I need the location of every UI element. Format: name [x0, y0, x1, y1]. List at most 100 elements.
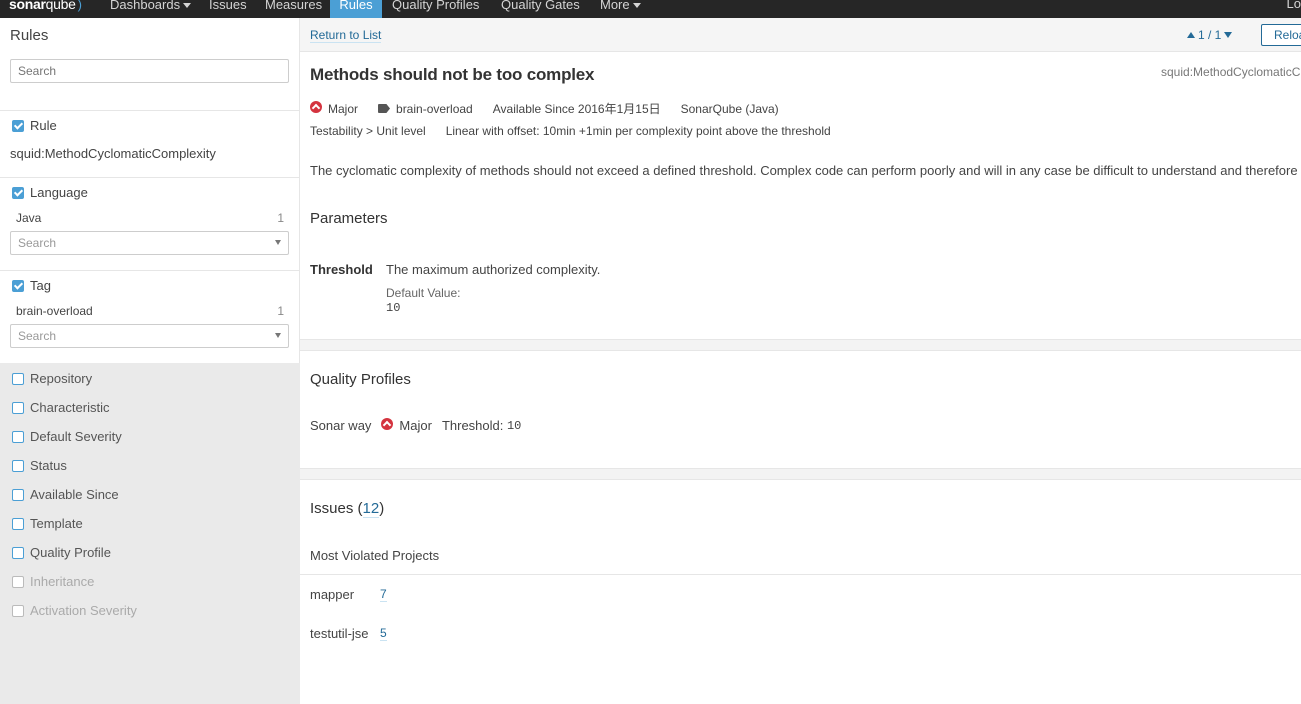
facet-repository[interactable]: Repository [12, 371, 92, 386]
parameter-default-label: Default Value: [386, 286, 461, 300]
checkbox-disabled-icon [12, 604, 24, 617]
checkbox-icon[interactable] [12, 488, 24, 501]
nav-rules[interactable]: Rules [330, 0, 382, 18]
dropdown-arrow-icon [275, 240, 281, 245]
threshold-value: 10 [506, 418, 522, 433]
nav-login[interactable]: Lo [1287, 0, 1301, 11]
facet-template[interactable]: Template [12, 516, 83, 531]
dropdown-arrow-icon [275, 333, 281, 338]
section-divider [300, 468, 1301, 480]
facet-label: Characteristic [30, 400, 110, 415]
divider [0, 177, 300, 178]
language-search-select[interactable]: Search [10, 231, 289, 255]
checkbox-icon[interactable] [12, 401, 24, 414]
issues-count-link[interactable]: 12 [362, 500, 380, 518]
facet-item-count: 1 [277, 304, 284, 318]
facet-characteristic[interactable]: Characteristic [12, 400, 109, 415]
facet-language-header[interactable]: Language [12, 185, 88, 200]
divider [0, 270, 300, 271]
nav-issues[interactable]: Issues [201, 0, 255, 18]
facet-tag-item[interactable]: brain-overload 1 [16, 304, 284, 318]
tags-icon [378, 104, 391, 113]
nav-dashboards-label: Dashboards [110, 0, 181, 12]
severity-label: Major [328, 101, 359, 116]
quality-profile-severity: Major [381, 417, 432, 433]
rule-details-panel: Return to List 1 / 1 Reloa Methods shoul… [300, 18, 1301, 704]
nav-quality-gates[interactable]: Quality Gates [493, 0, 588, 18]
nav-quality-gates-label: Quality Gates [501, 0, 580, 12]
tag-search-select[interactable]: Search [10, 324, 289, 348]
facet-activation-severity: Activation Severity [12, 603, 137, 618]
section-divider [300, 339, 1301, 351]
divider [300, 574, 1301, 575]
top-navbar: sonarqube) Dashboards Issues Measures Ru… [0, 0, 1301, 18]
details-toolbar: Return to List 1 / 1 Reloa [300, 18, 1301, 52]
rules-search-input[interactable] [10, 59, 289, 83]
facet-item-label: Java [16, 211, 42, 225]
logo-text-b: qube [45, 0, 76, 12]
pager-text: 1 / 1 [1198, 28, 1222, 42]
reload-button[interactable]: Reloa [1261, 24, 1301, 46]
facet-default-severity[interactable]: Default Severity [12, 429, 122, 444]
collapsed-facets: Repository Characteristic Default Severi… [0, 363, 300, 704]
facet-available-since[interactable]: Available Since [12, 487, 119, 502]
checkbox-icon[interactable] [12, 430, 24, 443]
quality-profile-name[interactable]: Sonar way [310, 418, 371, 433]
rule-pager: 1 / 1 [1187, 28, 1233, 42]
nav-more[interactable]: More [592, 0, 649, 18]
checkbox-icon[interactable] [12, 517, 24, 530]
project-name: mapper [310, 587, 355, 602]
checkbox-icon[interactable] [12, 459, 24, 472]
checkbox-checked-icon[interactable] [12, 119, 24, 132]
select-placeholder: Search [18, 236, 57, 250]
facet-item-count: 1 [277, 211, 284, 225]
checkbox-checked-icon[interactable] [12, 186, 24, 199]
nav-quality-profiles[interactable]: Quality Profiles [384, 0, 487, 18]
rule-meta-debt: Testability > Unit level Linear with offs… [310, 124, 831, 138]
facet-language-item-java[interactable]: Java 1 [16, 211, 284, 225]
facet-quality-profile[interactable]: Quality Profile [12, 545, 111, 560]
caret-down-icon [183, 3, 192, 9]
nav-login-label: Lo [1286, 0, 1301, 11]
logo-text-a: sonar [9, 0, 46, 12]
quality-profile-row: Sonar way Major Threshold: 10 [310, 417, 531, 433]
rule-repository: SonarQube (Java) [680, 101, 779, 116]
previous-rule-icon[interactable] [1187, 32, 1195, 38]
tag-label: brain-overload [396, 101, 473, 116]
facet-status[interactable]: Status [12, 458, 67, 473]
facet-label: Quality Profile [30, 545, 111, 560]
facet-label: Default Severity [30, 429, 122, 444]
facet-label: Template [30, 516, 83, 531]
parameter-default-value: 10 [386, 301, 401, 315]
rule-available-since: Available Since 2016年1月15日 [492, 102, 661, 116]
quality-profiles-heading: Quality Profiles [310, 371, 411, 388]
nav-dashboards[interactable]: Dashboards [102, 0, 199, 18]
rule-tags[interactable]: brain-overload [378, 102, 473, 116]
rule-severity: Major [310, 100, 359, 116]
next-rule-icon[interactable] [1224, 32, 1233, 38]
nav-quality-profiles-label: Quality Profiles [392, 0, 480, 12]
return-to-list-link[interactable]: Return to List [310, 28, 382, 43]
quality-profile-threshold: Threshold: 10 [442, 418, 521, 433]
project-name: testutil-jse [310, 626, 369, 641]
facet-rule-label: Rule [30, 118, 57, 133]
checkbox-icon[interactable] [12, 372, 24, 385]
facet-label: Activation Severity [30, 603, 137, 618]
severity-major-icon [381, 417, 394, 430]
rule-characteristic: Testability > Unit level [310, 124, 426, 138]
rules-sidebar: Rules Rule squid:MethodCyclomaticComplex… [0, 18, 300, 704]
issues-heading: Issues (12) [310, 500, 385, 518]
facet-rule-header[interactable]: Rule [12, 118, 57, 133]
nav-measures[interactable]: Measures [257, 0, 330, 18]
checkbox-icon[interactable] [12, 546, 24, 559]
sonarqube-logo[interactable]: sonarqube) [9, 0, 82, 12]
rule-meta: Major brain-overload Available Since 201… [310, 100, 799, 117]
facet-rule-value: squid:MethodCyclomaticComplexity [10, 146, 216, 161]
project-issues-count-link[interactable]: 7 [380, 587, 387, 602]
project-issues-count-link[interactable]: 5 [380, 626, 387, 641]
nav-issues-label: Issues [209, 0, 247, 12]
checkbox-checked-icon[interactable] [12, 279, 24, 292]
facet-label: Inheritance [30, 574, 95, 589]
facet-label: Status [30, 458, 67, 473]
facet-tag-header[interactable]: Tag [12, 278, 51, 293]
